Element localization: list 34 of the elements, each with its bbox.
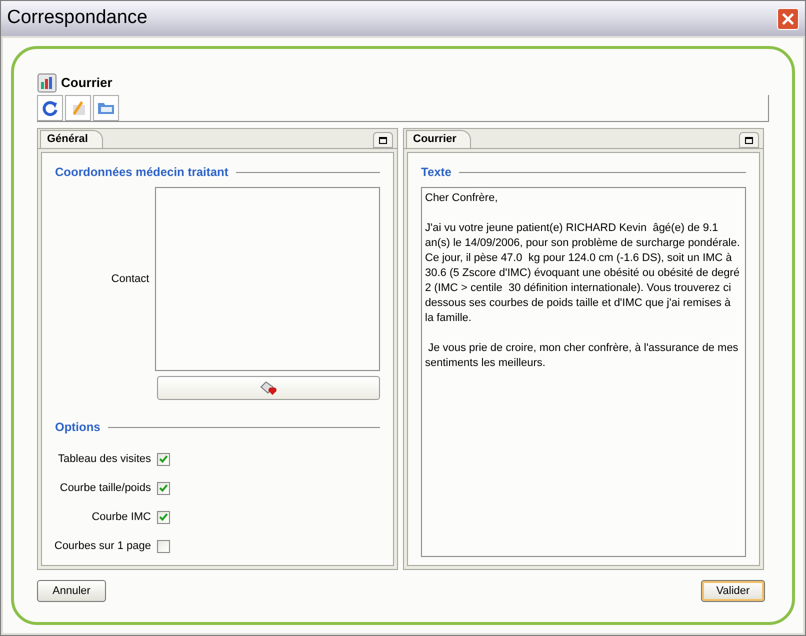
check-icon <box>159 513 168 521</box>
panel-tab[interactable]: Courrier <box>406 130 472 148</box>
section-title: Texte <box>421 164 452 181</box>
section-title: Options <box>55 419 100 436</box>
close-icon <box>781 12 795 26</box>
maximize-icon[interactable] <box>739 132 759 148</box>
document-chart-icon <box>37 73 57 93</box>
check-icon <box>159 455 168 463</box>
cancel-button[interactable]: Annuler <box>37 580 106 602</box>
section-title: Coordonnées médecin traitant <box>55 164 228 181</box>
validate-button[interactable]: Valider <box>701 580 765 602</box>
contact-field[interactable] <box>155 187 380 371</box>
contact-label: Contact <box>111 272 150 287</box>
option-label: Courbes sur 1 page <box>54 538 151 554</box>
close-button[interactable] <box>777 8 799 30</box>
contact-button[interactable] <box>157 376 380 400</box>
maximize-icon[interactable] <box>373 132 393 148</box>
header-title: Courrier <box>61 74 112 92</box>
option-checkbox[interactable] <box>157 510 170 524</box>
option-label: Courbe taille/poids <box>60 480 151 496</box>
refresh-button[interactable] <box>37 95 63 121</box>
option-label: Tableau des visites <box>58 452 151 467</box>
panel-tab[interactable]: Général <box>40 130 103 148</box>
option-checkbox[interactable] <box>157 540 170 552</box>
option-checkbox[interactable] <box>157 452 170 466</box>
refresh-icon <box>41 99 59 117</box>
option-label: Courbe IMC <box>92 510 151 525</box>
letter-text-area[interactable]: Cher Confrère, J'ai vu votre jeune patient(e) RICHARD Kevin âgé(e) de 9.1 an(s) le 14/09/2006, pour son problème de surcharge pondérale. Ce jour, il pèse 47.0 kg pour 124.0 cm (-1.6 DS), soit un IMC à 30.6 (5 Zscore d'IMC) évoquant une obésité ou obésité de degré 2 (IMC > centile 30 définition internationale). Vous trouverez ci dessous ses courbes de poids taille et d'IMC que j'ai remises à la famille. Je vous prie de croire, mon cher confrère, à l'assurance de mes sentiments les meilleurs. <box>421 187 746 557</box>
window-title: Correspondance <box>7 6 148 30</box>
folder-button[interactable] <box>93 95 119 121</box>
option-checkbox[interactable] <box>157 482 170 494</box>
tag-heart-icon <box>260 381 278 395</box>
folder-icon <box>97 100 115 116</box>
check-icon <box>159 484 168 492</box>
